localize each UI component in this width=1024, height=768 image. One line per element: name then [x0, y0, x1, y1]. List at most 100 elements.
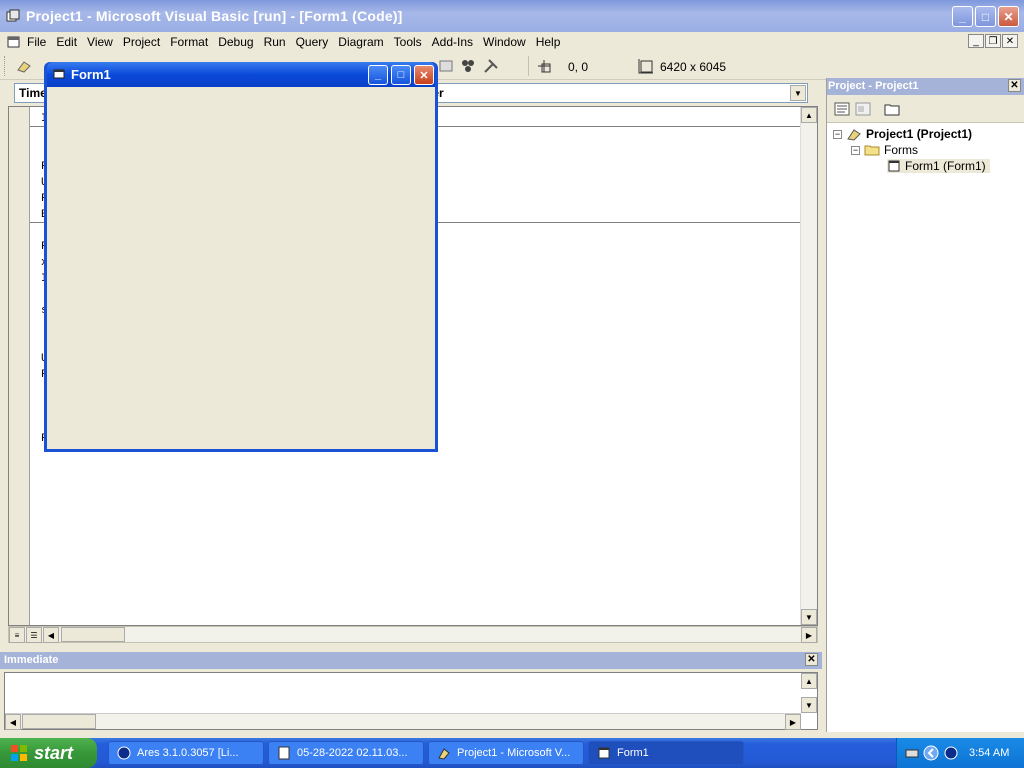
form1-minimize-button[interactable]: _: [368, 65, 388, 85]
keyboard-icon[interactable]: [905, 746, 919, 760]
menu-file[interactable]: File: [26, 35, 47, 49]
windows-logo-icon: [11, 745, 27, 761]
tree-node-form1[interactable]: Form1 (Form1): [887, 159, 990, 173]
menu-query[interactable]: Query: [295, 35, 330, 49]
task-label: 05-28-2022 02.11.03...: [297, 747, 408, 759]
scroll-down-icon[interactable]: ▼: [801, 609, 817, 625]
chevron-down-icon[interactable]: ▼: [790, 85, 806, 101]
scroll-thumb[interactable]: [22, 714, 96, 729]
vb-app-icon: [6, 9, 20, 22]
margin-indicator-bar[interactable]: [9, 107, 30, 625]
tree-forms-label: Forms: [884, 143, 918, 157]
immediate-horizontal-scrollbar[interactable]: ◀ ▶: [5, 713, 801, 730]
full-module-view-icon[interactable]: ☰: [26, 627, 42, 643]
menu-tools[interactable]: Tools: [393, 35, 423, 49]
procedure-combo[interactable]: ner ▼: [420, 83, 808, 103]
menu-list: File Edit View Project Format Debug Run …: [26, 35, 561, 49]
toolbar-separator: [528, 56, 529, 76]
form-icon: [598, 747, 610, 759]
add-project-icon[interactable]: [16, 58, 32, 74]
task-document[interactable]: 05-28-2022 02.11.03...: [268, 741, 424, 765]
tools-icon[interactable]: [483, 58, 499, 74]
object-browser-icon[interactable]: [460, 58, 476, 74]
mdi-restore-button[interactable]: ❐: [985, 34, 1001, 48]
toolbar-grip[interactable]: [4, 56, 7, 76]
form1-maximize-button[interactable]: □: [391, 65, 411, 85]
menu-window[interactable]: Window: [482, 35, 527, 49]
start-label: start: [34, 742, 74, 763]
menu-view[interactable]: View: [86, 35, 114, 49]
tree-node-project[interactable]: − Project1 (Project1): [833, 127, 972, 141]
form1-title: Form1: [71, 67, 111, 82]
menu-edit[interactable]: Edit: [55, 35, 78, 49]
procedure-view-icon[interactable]: ≡: [9, 627, 25, 643]
immediate-title: Immediate: [4, 654, 59, 666]
mdi-close-button[interactable]: ✕: [1002, 34, 1018, 48]
tree-node-forms[interactable]: − Forms: [851, 143, 918, 157]
task-visual-basic[interactable]: Project1 - Microsoft V...: [428, 741, 584, 765]
menu-diagram[interactable]: Diagram: [337, 35, 384, 49]
form1-title-bar[interactable]: Form1 _ □ ✕: [47, 62, 435, 87]
document-icon: [278, 746, 290, 760]
scroll-thumb[interactable]: [61, 627, 125, 642]
scroll-up-icon[interactable]: ▲: [801, 673, 817, 689]
object-combo-value: Time: [19, 86, 47, 100]
menu-help[interactable]: Help: [535, 35, 562, 49]
mdi-minimize-button[interactable]: _: [968, 34, 984, 48]
project-explorer-close-button[interactable]: ✕: [1008, 79, 1021, 92]
ares-icon: [117, 746, 131, 760]
scroll-left-icon[interactable]: ◀: [43, 627, 59, 643]
menu-debug[interactable]: Debug: [217, 35, 254, 49]
tray-expand-icon[interactable]: [923, 745, 939, 761]
collapse-icon[interactable]: −: [851, 145, 860, 155]
menu-run[interactable]: Run: [263, 35, 287, 49]
task-form1[interactable]: Form1: [588, 741, 744, 765]
mdi-controls: _ ❐ ✕: [968, 34, 1018, 48]
scroll-right-icon[interactable]: ▶: [785, 714, 801, 730]
size-icon: [638, 59, 653, 74]
position-icon: [538, 60, 551, 73]
scroll-left-icon[interactable]: ◀: [5, 714, 21, 730]
menu-format[interactable]: Format: [169, 35, 209, 49]
form-icon: [888, 160, 900, 172]
scroll-right-icon[interactable]: ▶: [801, 627, 817, 643]
network-icon[interactable]: [943, 745, 959, 761]
form1-close-button[interactable]: ✕: [414, 65, 434, 85]
menu-add-ins[interactable]: Add-Ins: [431, 35, 474, 49]
toggle-folders-icon[interactable]: [883, 101, 901, 117]
collapse-icon[interactable]: −: [833, 129, 842, 139]
form1-client-area[interactable]: [47, 87, 435, 449]
code-window-icon[interactable]: [7, 35, 21, 49]
form1-window[interactable]: Form1 _ □ ✕: [44, 62, 438, 452]
code-horizontal-scrollbar[interactable]: ≡ ☰ ◀ ▶: [8, 626, 818, 643]
project-explorer-title: Project - Project1: [828, 80, 919, 92]
project-icon: [847, 129, 861, 141]
maximize-button[interactable]: □: [975, 6, 996, 27]
menu-project[interactable]: Project: [122, 35, 161, 49]
task-ares[interactable]: Ares 3.1.0.3057 [Li...: [108, 741, 264, 765]
form-icon: [53, 69, 65, 79]
menu-bar: File Edit View Project Format Debug Run …: [0, 32, 1024, 52]
code-vertical-scrollbar[interactable]: ▲ ▼: [800, 107, 817, 625]
task-label: Ares 3.1.0.3057 [Li...: [137, 747, 239, 759]
view-object-icon[interactable]: [854, 101, 872, 117]
immediate-header: Immediate ✕: [0, 652, 822, 669]
scroll-up-icon[interactable]: ▲: [801, 107, 817, 123]
immediate-close-button[interactable]: ✕: [805, 653, 818, 666]
clock[interactable]: 3:54 AM: [969, 747, 1009, 759]
vb-app-icon: [438, 748, 450, 760]
scroll-down-icon[interactable]: ▼: [801, 697, 817, 713]
folder-icon: [864, 145, 880, 156]
system-tray: 3:54 AM: [896, 738, 1024, 768]
start-button[interactable]: start: [0, 738, 97, 768]
immediate-window: Immediate ✕ ▲ ▼ ◀ ▶: [0, 652, 822, 732]
immediate-input[interactable]: ▲ ▼ ◀ ▶: [4, 672, 818, 730]
size-readout: 6420 x 6045: [660, 60, 727, 74]
tree-project-label: Project1 (Project1): [866, 127, 973, 141]
view-code-icon[interactable]: [833, 101, 851, 117]
task-label: Project1 - Microsoft V...: [457, 747, 571, 759]
toolbox-icon[interactable]: [438, 58, 454, 74]
minimize-button[interactable]: _: [952, 6, 973, 27]
close-button[interactable]: ✕: [998, 6, 1019, 27]
project-explorer-toolbar: [827, 95, 1024, 123]
